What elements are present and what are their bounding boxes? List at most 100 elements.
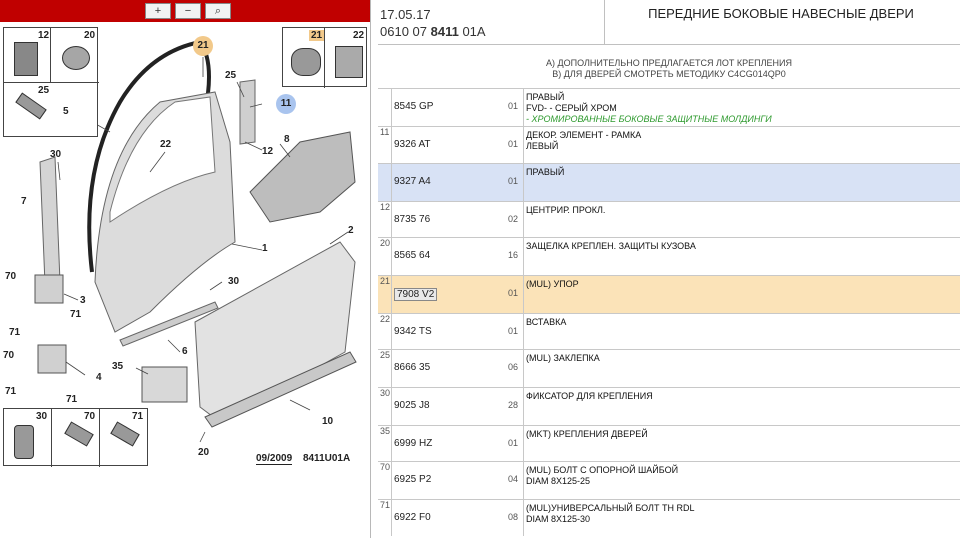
row-quantity: 01 <box>508 426 524 461</box>
row-part-number[interactable]: 9326 AT <box>394 139 431 150</box>
ref-num-20: 20 <box>84 30 96 41</box>
row-ref-number: 25 <box>378 350 392 387</box>
decor-frame <box>239 79 256 145</box>
row-part-number[interactable]: 9342 TS <box>394 326 432 337</box>
callout-21-bubble: 21 <box>193 36 213 56</box>
rivet-icon <box>15 92 47 120</box>
row-quantity: 28 <box>508 388 524 425</box>
row-part-number[interactable]: 9025 J8 <box>394 400 430 411</box>
header-separator <box>378 44 960 45</box>
stamp-date: 09/2009 <box>256 453 293 465</box>
row-part-number[interactable]: 9327 A4 <box>394 176 431 187</box>
table-row[interactable]: 70 6925 P2 04 (MUL) БОЛТ С ОПОРНОЙ ШАЙБОЙ DI… <box>378 461 960 499</box>
ref-num-22: 22 <box>353 30 365 41</box>
table-row[interactable]: 11 9326 AT 01 ДЕКОР. ЭЛЕМЕНТ - РАМКА ЛЕВЫЙ <box>378 126 960 163</box>
zoom-out-icon: − <box>184 5 192 17</box>
table-row[interactable]: 71 6922 F0 08 (MUL)УНИВЕРСАЛЬНЫЙ БОЛТ TH RD… <box>378 499 960 536</box>
row-description-line: DIAM 8X125-30 <box>526 514 591 524</box>
row-description: (MKT) КРЕПЛЕНИЯ ДВЕРЕЙ <box>526 429 648 440</box>
table-row[interactable]: 12 8735 76 02 ЦЕНТРИР. ПРОКЛ. <box>378 201 960 237</box>
row-part-number[interactable]: 8666 35 <box>394 362 430 373</box>
callout-71-c: 71 <box>5 386 17 397</box>
ref-num-70: 70 <box>84 411 96 422</box>
row-description: ФИКСАТОР ДЛЯ КРЕПЛЕНИЯ <box>526 391 653 402</box>
row-part-number[interactable]: 6999 HZ <box>394 438 432 449</box>
insert-icon <box>335 46 363 78</box>
row-ref-number: 35 <box>378 426 392 461</box>
row-description-line: ДЕКОР. ЭЛЕМЕНТ - РАМКА <box>526 130 642 140</box>
hinge-lower <box>37 344 67 374</box>
callout-3: 3 <box>80 295 86 306</box>
header-code-bold: 8411 <box>430 24 459 39</box>
callout-10: 10 <box>322 416 334 427</box>
row-description-line: FVD- - СЕРЫЙ ХРОМ <box>526 103 617 113</box>
row-part-number[interactable]: 8735 76 <box>394 214 430 225</box>
stamp-code: 8411U01A <box>302 453 351 464</box>
bolt-universal-icon <box>110 421 140 447</box>
fixing-clip-icon <box>14 425 34 459</box>
row-description: ПРАВЫЙ <box>526 167 564 178</box>
row-ref-number: 12 <box>378 202 392 237</box>
row-ref-number <box>378 89 392 126</box>
callout-25: 25 <box>225 70 237 81</box>
ref-num-12: 12 <box>38 30 50 41</box>
zoom-in-icon: + <box>154 5 162 17</box>
header-code-prefix: 0610 07 <box>380 24 427 39</box>
callout-12-top: 12 <box>262 146 274 157</box>
header-divider <box>604 0 605 44</box>
row-description-line: ВСТАВКА <box>526 317 567 327</box>
row-quantity: 01 <box>508 314 524 349</box>
table-row[interactable]: 9327 A4 01 ПРАВЫЙ <box>378 163 960 201</box>
row-description-line: (MKT) КРЕПЛЕНИЯ ДВЕРЕЙ <box>526 429 648 439</box>
row-quantity: 04 <box>508 462 524 499</box>
note-b: B) ДЛЯ ДВЕРЕЙ СМОТРЕТЬ МЕТОДИКУ C4CG014Q… <box>552 69 786 79</box>
pillar-trim <box>39 156 61 285</box>
hinge-upper <box>34 274 64 304</box>
row-part-number[interactable]: 8545 GP <box>394 101 433 112</box>
callout-11-bubble: 11 <box>276 94 296 114</box>
row-description-note: - ХРОМИРОВАННЫЕ БОКОВЫЕ ЗАЩИТНЫЕ МОЛДИНГ… <box>526 114 772 124</box>
row-description-line: DIAM 8X125-25 <box>526 476 591 486</box>
row-ref-number: 71 <box>378 500 392 536</box>
table-row[interactable]: 22 9342 TS 01 ВСТАВКА <box>378 313 960 349</box>
seal-clip-icon <box>14 42 38 76</box>
row-description-line: ПРАВЫЙ <box>526 167 565 177</box>
row-ref-number: 22 <box>378 314 392 349</box>
notes: A) ДОПОЛНИТЕЛЬНО ПРЕДЛАГАЕТСЯ ЛОТ КРЕПЛЕ… <box>378 58 960 80</box>
callout-30-top: 30 <box>50 149 62 160</box>
ref-box-bottom: 30 70 71 <box>3 408 148 467</box>
row-description: ДЕКОР. ЭЛЕМЕНТ - РАМКА ЛЕВЫЙ <box>526 130 641 152</box>
table-row[interactable]: 21 7908 V2 01 (MUL) УПОР <box>378 275 960 313</box>
zoom-out-button[interactable]: − <box>175 3 201 19</box>
row-ref-number: 11 <box>378 127 392 163</box>
row-quantity: 01 <box>508 164 524 201</box>
zoom-toolbar: + − ⌕ <box>0 0 370 22</box>
row-quantity: 06 <box>508 350 524 387</box>
zoom-fit-button[interactable]: ⌕ <box>205 3 231 19</box>
zoom-in-button[interactable]: + <box>145 3 171 19</box>
row-ref-number: 30 <box>378 388 392 425</box>
callout-1: 1 <box>262 243 268 254</box>
table-row[interactable]: 20 8565 64 16 ЗАЩЕЛКА КРЕПЛЕН. ЗАЩИТЫ КУЗОВ… <box>378 237 960 275</box>
table-row[interactable]: 8545 GP 01 ПРАВЫЙ FVD- - СЕРЫЙ ХРОМ - ХРОМИР… <box>378 88 960 126</box>
row-quantity: 08 <box>508 500 524 536</box>
callout-8: 8 <box>284 134 290 145</box>
row-description-line: ФИКСАТОР ДЛЯ КРЕПЛЕНИЯ <box>526 391 653 401</box>
row-part-number[interactable]: 7908 V2 <box>394 288 438 301</box>
parts-pane: 17.05.17 0610 07 8411 01A ПЕРЕДНИЕ БОКОВ… <box>378 0 960 538</box>
callout-70-upper: 70 <box>5 271 17 282</box>
row-description: ЗАЩЕЛКА КРЕПЛЕН. ЗАЩИТЫ КУЗОВА <box>526 241 696 252</box>
row-part-number[interactable]: 6922 F0 <box>394 512 431 523</box>
table-row[interactable]: 35 6999 HZ 01 (MKT) КРЕПЛЕНИЯ ДВЕРЕЙ <box>378 425 960 461</box>
row-description-line: (MUL) УПОР <box>526 279 579 289</box>
row-ref-number: 21 <box>378 276 392 313</box>
row-quantity: 01 <box>508 276 524 313</box>
row-part-number[interactable]: 8565 64 <box>394 250 430 261</box>
diagram-pane: + − ⌕ 12 20 25 21 22 30 70 71 5 21 25 11… <box>0 0 371 538</box>
row-ref-number: 20 <box>378 238 392 275</box>
table-row[interactable]: 30 9025 J8 28 ФИКСАТОР ДЛЯ КРЕПЛЕНИЯ <box>378 387 960 425</box>
callout-35: 35 <box>112 361 124 372</box>
row-part-number[interactable]: 6925 P2 <box>394 474 431 485</box>
ref-num-25: 25 <box>38 85 50 96</box>
table-row[interactable]: 25 8666 35 06 (MUL) ЗАКЛЕПКА <box>378 349 960 387</box>
